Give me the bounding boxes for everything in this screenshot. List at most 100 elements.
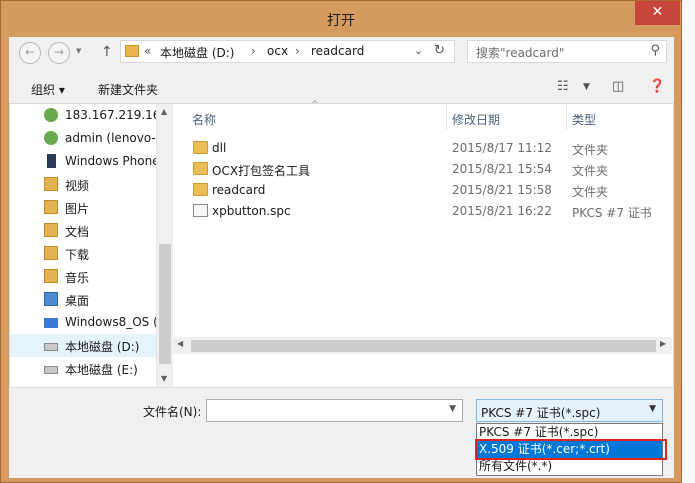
address-bar[interactable]: « 本地磁盘 (D:) › ocx › readcard ⌄ ↻	[120, 40, 455, 63]
new-folder-button[interactable]: 新建文件夹	[98, 81, 158, 98]
refresh-icon[interactable]: ↻	[434, 43, 445, 58]
folder-icon	[125, 45, 139, 57]
arrow-up-icon: ↑	[101, 44, 113, 60]
sidebar-item-desktop[interactable]: 桌面	[10, 288, 156, 311]
breadcrumb-overflow[interactable]: «	[144, 44, 151, 58]
file-list-horizontal-scrollbar[interactable]: ◀ ▶	[173, 337, 672, 354]
dialog-title: 打开	[327, 13, 355, 29]
column-header-date[interactable]: 修改日期	[452, 104, 500, 130]
column-header-name[interactable]: 名称	[192, 104, 216, 130]
windows-drive-icon	[44, 318, 58, 328]
title-bar: 打开 ✕	[1, 1, 681, 37]
sidebar-item-documents[interactable]: 文档	[10, 219, 156, 242]
arrow-right-icon: →	[53, 45, 65, 59]
file-date: 2015/8/21 16:22	[452, 204, 552, 218]
sidebar-item-label: 本地磁盘 (E:)	[65, 363, 138, 377]
sidebar-item-downloads[interactable]: 下载	[10, 242, 156, 265]
pictures-folder-icon	[44, 200, 58, 214]
scroll-left-arrow-icon[interactable]: ◀	[177, 339, 183, 348]
breadcrumb-drive-d[interactable]: 本地磁盘 (D:)	[160, 44, 234, 61]
file-date: 2015/8/21 15:54	[452, 162, 552, 176]
help-icon[interactable]: ❓	[649, 79, 665, 94]
file-type: PKCS #7 证书	[572, 206, 652, 220]
navigation-pane-scrollbar[interactable]: ▲ ▼	[156, 104, 173, 387]
file-date: 2015/8/21 15:58	[452, 183, 552, 197]
chevron-down-icon[interactable]: ▼	[449, 404, 456, 414]
forward-button[interactable]: →	[48, 42, 70, 64]
sidebar-item-label: 下载	[65, 248, 90, 262]
sidebar-item-label: 桌面	[65, 294, 90, 308]
file-date: 2015/8/17 11:12	[452, 141, 552, 155]
background-window-edge	[680, 0, 695, 483]
view-options-icon[interactable]: ☷	[557, 79, 569, 94]
address-history-dropdown[interactable]: ⌄	[414, 44, 423, 57]
search-input[interactable]: 搜索"readcard"	[476, 44, 564, 61]
scrollbar-thumb[interactable]	[159, 244, 171, 364]
file-name: dll	[212, 141, 227, 155]
breadcrumb-ocx[interactable]: ocx	[267, 44, 288, 58]
scroll-down-arrow-icon[interactable]: ▼	[161, 374, 167, 383]
column-divider[interactable]	[446, 104, 447, 130]
sidebar-item-pictures[interactable]: 图片	[10, 196, 156, 219]
search-icon[interactable]: ⚲	[650, 43, 660, 58]
close-button[interactable]: ✕	[635, 1, 680, 25]
sidebar-item-network-2[interactable]: admin (lenovo-	[10, 127, 156, 150]
dialog-client: ← → ▼ ↑ « 本地磁盘 (D:) › ocx › readcard ⌄ ↻…	[9, 37, 674, 478]
sidebar-item-local-disk-d[interactable]: 本地磁盘 (D:)	[10, 334, 156, 357]
search-box[interactable]: 搜索"readcard" ⚲	[467, 40, 667, 63]
filename-input[interactable]: ▼	[206, 399, 463, 422]
sidebar-item-label: 音乐	[65, 271, 90, 285]
scroll-up-arrow-icon[interactable]: ▲	[161, 107, 167, 116]
drive-icon	[44, 366, 58, 374]
sidebar-item-windows-phone[interactable]: Windows Phone	[10, 150, 156, 173]
file-type: 文件夹	[572, 185, 609, 199]
sidebar-item-videos[interactable]: 视频	[10, 173, 156, 196]
column-header-type[interactable]: 类型	[572, 104, 596, 130]
column-divider[interactable]	[566, 104, 567, 130]
open-file-dialog: 打开 ✕ ← → ▼ ↑ « 本地磁盘 (D:) › ocx › readcar…	[0, 0, 682, 483]
sidebar-item-label: 183.167.219.162	[65, 108, 156, 122]
sidebar-item-label: Windows8_OS (	[65, 315, 156, 329]
back-button[interactable]: ←	[19, 42, 41, 64]
file-type-select[interactable]: PKCS #7 证书(*.spc) ▼	[476, 399, 663, 422]
downloads-folder-icon	[44, 246, 58, 260]
up-button[interactable]: ↑	[101, 44, 113, 60]
sidebar-item-music[interactable]: 音乐	[10, 265, 156, 288]
file-type-option-all-files[interactable]: 所有文件(*.*)	[477, 458, 662, 475]
filename-label: 文件名(N):	[143, 405, 202, 419]
command-bar: 组织 ▾ 新建文件夹 ☷ ▼ ◫ ❓	[9, 73, 674, 103]
phone-icon	[47, 154, 56, 168]
sidebar-item-local-disk-e[interactable]: 本地磁盘 (E:)	[10, 357, 156, 380]
sidebar-item-label: Windows Phone	[65, 154, 156, 168]
scrollbar-thumb[interactable]	[191, 340, 656, 352]
preview-pane-icon[interactable]: ◫	[612, 79, 624, 94]
music-folder-icon	[44, 269, 58, 283]
file-row-dll[interactable]: dll 2015/8/17 11:12 文件夹	[174, 138, 673, 159]
view-dropdown-icon[interactable]: ▼	[583, 82, 590, 92]
drive-icon	[44, 343, 58, 351]
highlight-annotation-box	[475, 439, 667, 460]
folder-icon	[193, 141, 208, 154]
file-name: OCX打包签名工具	[212, 164, 311, 178]
navigation-pane: 183.167.219.162 admin (lenovo- Windows P…	[10, 104, 156, 387]
scroll-right-arrow-icon[interactable]: ▶	[660, 339, 666, 348]
recent-locations-dropdown[interactable]: ▼	[76, 47, 81, 55]
file-row-readcard[interactable]: readcard 2015/8/21 15:58 文件夹	[174, 180, 673, 201]
desktop-folder-icon	[44, 292, 58, 306]
videos-folder-icon	[44, 177, 58, 191]
file-name: xpbutton.spc	[212, 204, 291, 218]
folder-icon	[193, 183, 208, 196]
breadcrumb-separator-icon[interactable]: ›	[251, 44, 256, 58]
breadcrumb-readcard[interactable]: readcard	[311, 44, 364, 58]
organize-menu[interactable]: 组织 ▾	[31, 81, 65, 98]
sidebar-item-label: admin (lenovo-	[65, 131, 156, 145]
file-row-ocx-tools[interactable]: OCX打包签名工具 2015/8/21 15:54 文件夹	[174, 159, 673, 180]
file-row-xpbutton-spc[interactable]: xpbutton.spc 2015/8/21 16:22 PKCS #7 证书	[174, 201, 673, 222]
file-type: 文件夹	[572, 164, 609, 178]
chevron-down-icon[interactable]: ▼	[649, 404, 656, 414]
folder-icon	[193, 162, 208, 175]
sidebar-item-network-1[interactable]: 183.167.219.162	[10, 104, 156, 127]
sidebar-item-label: 视频	[65, 179, 90, 193]
sidebar-item-windows8-os[interactable]: Windows8_OS (	[10, 311, 156, 334]
breadcrumb-separator-icon[interactable]: ›	[295, 44, 300, 58]
